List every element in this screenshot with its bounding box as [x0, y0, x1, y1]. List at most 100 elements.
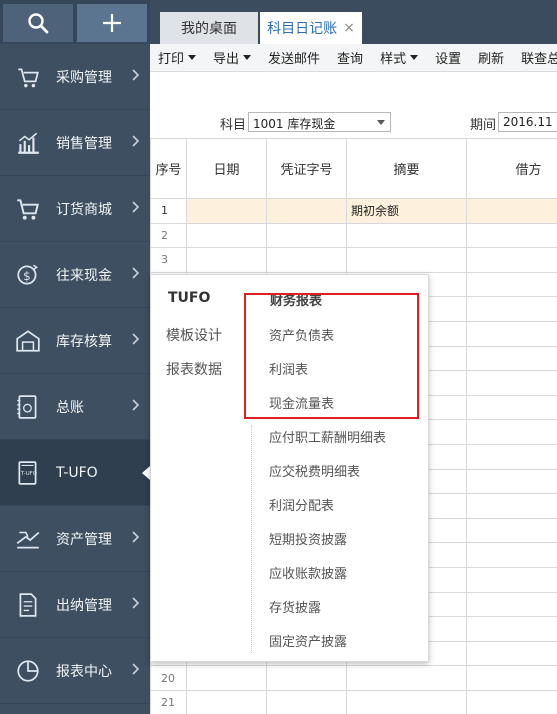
subject-value: 1001 库存现金	[253, 117, 336, 131]
chevron-right-icon	[132, 69, 140, 81]
debit-cell[interactable]	[466, 394, 557, 421]
tab-subject-journal[interactable]: 科目日记账 ×	[260, 12, 362, 44]
sidebar-item-t-ufo[interactable]: T-UFO T-UFO	[0, 440, 150, 506]
print-button[interactable]: 打印	[150, 48, 205, 67]
linked-query-button[interactable]: 联查总账	[513, 48, 557, 67]
summary-cell[interactable]	[346, 689, 467, 714]
debit-cell[interactable]	[466, 616, 557, 642]
table-row[interactable]: 21	[150, 689, 557, 714]
debit-cell[interactable]	[466, 296, 557, 322]
chevron-right-icon	[132, 135, 140, 147]
tab-my-desktop[interactable]: 我的桌面	[160, 12, 258, 44]
table-row[interactable]: 1 期初余额 280	[150, 198, 557, 224]
tab-label: 科目日记账	[267, 21, 338, 37]
summary-cell[interactable]	[346, 222, 467, 249]
chart-icon	[0, 130, 56, 156]
menu-item-report[interactable]: 应付职工薪酬明细表	[269, 427, 386, 446]
menu-item-report[interactable]: 短期投资披露	[269, 529, 347, 548]
menu-item-report[interactable]: 应交税费明细表	[269, 461, 360, 480]
debit-cell[interactable]	[466, 345, 557, 372]
debit-cell[interactable]	[466, 419, 557, 445]
sidebar-item-order-mall[interactable]: 订货商城	[0, 176, 150, 242]
row-number: 21	[150, 689, 187, 714]
debit-cell[interactable]	[466, 517, 557, 544]
toolbar: 打印 导出 发送邮件 查询 样式 设置 刷新 联查总账	[150, 44, 557, 72]
debit-cell[interactable]	[466, 640, 557, 667]
debit-cell[interactable]	[466, 247, 557, 273]
debit-cell[interactable]	[466, 665, 557, 691]
menu-item-report[interactable]: 固定资产披露	[269, 631, 347, 650]
sidebar-item-purchase[interactable]: 采购管理	[0, 44, 150, 110]
debit-cell[interactable]	[466, 443, 557, 470]
debit-cell[interactable]	[466, 468, 557, 495]
chevron-down-icon	[410, 55, 419, 60]
query-button[interactable]: 查询	[329, 48, 372, 67]
voucher-cell[interactable]	[266, 247, 347, 273]
sidebar-item-sales[interactable]: 销售管理	[0, 110, 150, 176]
debit-cell[interactable]	[466, 370, 557, 396]
subject-select[interactable]: 1001 库存现金	[248, 112, 391, 132]
sidebar-item-general-ledger[interactable]: 总账	[0, 374, 150, 440]
date-cell[interactable]	[186, 247, 267, 273]
date-cell[interactable]	[186, 198, 267, 224]
debit-cell[interactable]	[466, 542, 557, 568]
add-button[interactable]	[77, 4, 147, 42]
search-button[interactable]	[3, 4, 73, 42]
menu-item-report-data[interactable]: 报表数据	[166, 359, 222, 379]
search-icon	[28, 13, 49, 34]
summary-cell[interactable]	[346, 665, 467, 691]
table-row[interactable]: 20	[150, 665, 557, 691]
date-cell[interactable]	[186, 222, 267, 249]
period-select[interactable]: 2016.11 - 2	[498, 112, 557, 132]
col-header-summary: 摘要	[346, 138, 467, 199]
menu-item-report[interactable]: 利润分配表	[269, 495, 334, 514]
sidebar-item-label: 销售管理	[56, 135, 112, 152]
chevron-down-icon	[377, 120, 385, 125]
refresh-button[interactable]: 刷新	[470, 48, 513, 67]
summary-cell[interactable]	[346, 247, 467, 273]
debit-cell[interactable]	[466, 222, 557, 249]
voucher-cell[interactable]	[266, 665, 347, 691]
chevron-down-icon	[188, 55, 197, 60]
chevron-right-icon	[132, 663, 140, 675]
export-button[interactable]: 导出	[205, 48, 260, 67]
menu-item-report[interactable]: 存货披露	[269, 597, 321, 616]
col-header-debit: 借方	[466, 138, 557, 199]
table-row[interactable]: 2	[150, 222, 557, 249]
period-value: 2016.11 - 2	[503, 115, 557, 129]
menu-divider	[251, 425, 252, 653]
tufo-popup-menu: TUFO 模板设计 报表数据 财务报表 资产负债表 利润表 现金流量表 应付职工薪酬明…	[150, 274, 429, 662]
debit-cell[interactable]	[466, 320, 557, 347]
sidebar-item-report-center[interactable]: 报表中心	[0, 638, 150, 704]
debit-cell[interactable]	[466, 271, 557, 298]
col-header-voucher: 凭证字号	[266, 138, 347, 199]
voucher-cell[interactable]	[266, 222, 347, 249]
style-label: 样式	[380, 52, 407, 67]
chevron-right-icon	[132, 531, 140, 543]
style-button[interactable]: 样式	[372, 48, 427, 67]
close-icon[interactable]: ×	[343, 20, 355, 36]
menu-item-report[interactable]: 应收账款披露	[269, 563, 347, 582]
debit-cell[interactable]	[466, 493, 557, 519]
debit-cell[interactable]: 280	[466, 198, 557, 224]
debit-cell[interactable]	[466, 591, 557, 618]
date-cell[interactable]	[186, 665, 267, 691]
money-icon: $	[0, 262, 56, 288]
send-mail-button[interactable]: 发送邮件	[260, 48, 329, 67]
debit-cell[interactable]	[466, 689, 557, 714]
summary-cell[interactable]: 期初余额	[346, 198, 467, 224]
sidebar-item-cashier[interactable]: 出纳管理	[0, 572, 150, 638]
sidebar-item-label: 资产管理	[56, 531, 112, 548]
menu-item-template-design[interactable]: 模板设计	[166, 325, 222, 345]
date-cell[interactable]	[186, 689, 267, 714]
tab-bar: 我的桌面 科目日记账 ×	[150, 0, 557, 44]
sidebar-item-inventory[interactable]: 库存核算	[0, 308, 150, 374]
debit-cell[interactable]	[466, 566, 557, 593]
table-row[interactable]: 3	[150, 247, 557, 273]
voucher-cell[interactable]	[266, 689, 347, 714]
row-number: 3	[150, 247, 187, 273]
voucher-cell[interactable]	[266, 198, 347, 224]
sidebar-item-cash[interactable]: $ 往来现金	[0, 242, 150, 308]
sidebar-item-assets[interactable]: 资产管理	[0, 506, 150, 572]
settings-button[interactable]: 设置	[427, 48, 470, 67]
